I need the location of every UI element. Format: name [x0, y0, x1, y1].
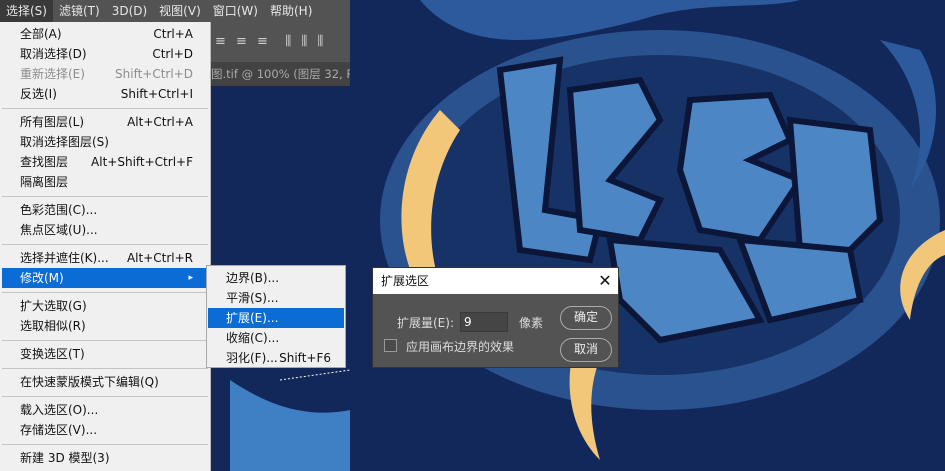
ok-button[interactable]: 确定 — [560, 306, 612, 330]
menu-select[interactable]: 选择(S) — [0, 0, 53, 22]
expand-selection-dialog: 扩展选区 ✕ 扩展量(E): 9 像素 应用画布边界的效果 确定 取消 — [372, 267, 619, 368]
select-menu: 全部(A) Ctrl+A 取消选择(D) Ctrl+D 重新选择(E) Shift+Ctr… — [0, 22, 211, 471]
menu-separator — [2, 340, 208, 341]
menu-view[interactable]: 视图(V) — [153, 0, 207, 22]
menu-item[interactable]: 重新选择(E) Shift+Ctrl+D — [0, 64, 210, 84]
menu-item-label: 所有图层(L) — [20, 115, 85, 129]
menu-item-label: 扩展(E)... — [226, 311, 279, 325]
modify-submenu: 边界(B)... 平滑(S)... 扩展(E)... 收缩(C)... 羽化(F)...… — [206, 265, 346, 368]
menu-window[interactable]: 窗口(W) — [207, 0, 264, 22]
menu-item[interactable]: 取消选择(D) Ctrl+D — [0, 44, 210, 64]
menu-item[interactable]: 变换选区(T) — [0, 344, 210, 364]
align-distribute-icons[interactable]: ≡ ≡ ≡ ⫼ ⫼ ⫼ — [211, 22, 350, 62]
menu-item-label: 取消选择(D) — [20, 47, 87, 61]
menu-item-label: 反选(I) — [20, 87, 57, 101]
menu-item[interactable]: 平滑(S)... — [207, 288, 345, 308]
menu-item-label: 平滑(S)... — [226, 291, 279, 305]
menu-item-label: 查找图层 — [20, 155, 69, 169]
submenu-arrow-icon: ▸ — [188, 273, 193, 283]
menu-separator — [2, 108, 208, 109]
dialog-titlebar: 扩展选区 ✕ — [373, 268, 618, 294]
document-tab[interactable]: 图.tif @ 100% (图层 32, RG — [211, 62, 350, 86]
menu-item-label: 扩大选取(G) — [20, 299, 87, 313]
menu-item-label: 焦点区域(U)... — [20, 223, 98, 237]
menu-item[interactable]: 扩大选取(G) — [0, 296, 210, 316]
menu-item[interactable]: 边界(B)... — [207, 268, 345, 288]
menu-separator — [2, 368, 208, 369]
menu-item-shortcut: Shift+Ctrl+D — [115, 67, 193, 81]
menu-item[interactable]: 全部(A) Ctrl+A — [0, 24, 210, 44]
menu-item[interactable]: 扩展(E)... — [208, 308, 344, 328]
menu-item[interactable]: 查找图层 Alt+Shift+Ctrl+F — [0, 152, 210, 172]
menu-item[interactable]: 修改(M) ▸ — [2, 268, 208, 288]
menu-item-label: 边界(B)... — [226, 271, 280, 285]
menu-item[interactable]: 隔离图层 — [0, 172, 210, 192]
menu-separator — [2, 396, 208, 397]
menu-item-label: 选取相似(R) — [20, 319, 86, 333]
menu-filter[interactable]: 滤镜(T) — [53, 0, 106, 22]
menu-item[interactable]: 色彩范围(C)... — [0, 200, 210, 220]
menu-help[interactable]: 帮助(H) — [264, 0, 318, 22]
menu-item-label: 选择并遮住(K)... — [20, 251, 109, 265]
menu-item-label: 修改(M) — [20, 271, 64, 285]
menu-item[interactable]: 选取相似(R) — [0, 316, 210, 336]
menu-item[interactable]: 存储选区(V)... — [0, 420, 210, 440]
menu-item-shortcut: Alt+Ctrl+R — [126, 251, 193, 265]
menu-item-shortcut: Alt+Shift+Ctrl+F — [91, 155, 193, 169]
menu-bar: 选择(S) 滤镜(T) 3D(D) 视图(V) 窗口(W) 帮助(H) — [0, 0, 350, 22]
menu-item-shortcut: Alt+Ctrl+A — [127, 115, 193, 129]
menu-item-shortcut: Shift+F6 — [279, 351, 331, 365]
menu-item-label: 隔离图层 — [20, 175, 69, 189]
menu-item[interactable]: 选择并遮住(K)... Alt+Ctrl+R — [0, 248, 210, 268]
amount-label: 扩展量(E): — [397, 316, 454, 330]
menu-separator — [2, 244, 208, 245]
menu-item-label: 羽化(F)... — [226, 351, 278, 365]
menu-item-label: 新建 3D 模型(3) — [20, 451, 110, 465]
menu-item-label: 收缩(C)... — [226, 331, 280, 345]
menu-item-label: 载入选区(O)... — [20, 403, 99, 417]
menu-item-shortcut: Shift+Ctrl+I — [120, 87, 193, 101]
menu-item[interactable]: 反选(I) Shift+Ctrl+I — [0, 84, 210, 104]
menu-item-label: 存储选区(V)... — [20, 423, 98, 437]
menu-item-label: 在快速蒙版模式下编辑(Q) — [20, 375, 159, 389]
dialog-title: 扩展选区 — [381, 274, 430, 288]
close-icon[interactable]: ✕ — [592, 268, 618, 294]
checkbox-label: 应用画布边界的效果 — [406, 340, 515, 354]
menu-item-label: 重新选择(E) — [20, 67, 85, 81]
menu-separator — [2, 292, 208, 293]
menu-item-shortcut: Ctrl+A — [153, 27, 193, 41]
menu-item-label: 取消选择图层(S) — [20, 135, 109, 149]
amount-input[interactable]: 9 — [460, 312, 508, 332]
cancel-button[interactable]: 取消 — [560, 338, 612, 362]
menu-item[interactable]: 新建 3D 模型(3) — [0, 448, 210, 468]
menu-separator — [2, 196, 208, 197]
menu-item[interactable]: 载入选区(O)... — [0, 400, 210, 420]
menu-item-label: 色彩范围(C)... — [20, 203, 98, 217]
menu-separator — [2, 444, 208, 445]
menu-3d[interactable]: 3D(D) — [106, 0, 153, 22]
menu-item-shortcut: Ctrl+D — [152, 47, 193, 61]
menu-item[interactable]: 所有图层(L) Alt+Ctrl+A — [0, 112, 210, 132]
menu-item-label: 全部(A) — [20, 27, 62, 41]
menu-item-label: 变换选区(T) — [20, 347, 85, 361]
canvas-bounds-checkbox[interactable] — [384, 339, 397, 352]
unit-label: 像素 — [519, 316, 544, 330]
menu-item[interactable]: 在快速蒙版模式下编辑(Q) — [0, 372, 210, 392]
menu-item[interactable]: 羽化(F)... Shift+F6 — [207, 348, 345, 368]
menu-item[interactable]: 焦点区域(U)... — [0, 220, 210, 240]
menu-item[interactable]: 取消选择图层(S) — [0, 132, 210, 152]
menu-item[interactable]: 收缩(C)... — [207, 328, 345, 348]
